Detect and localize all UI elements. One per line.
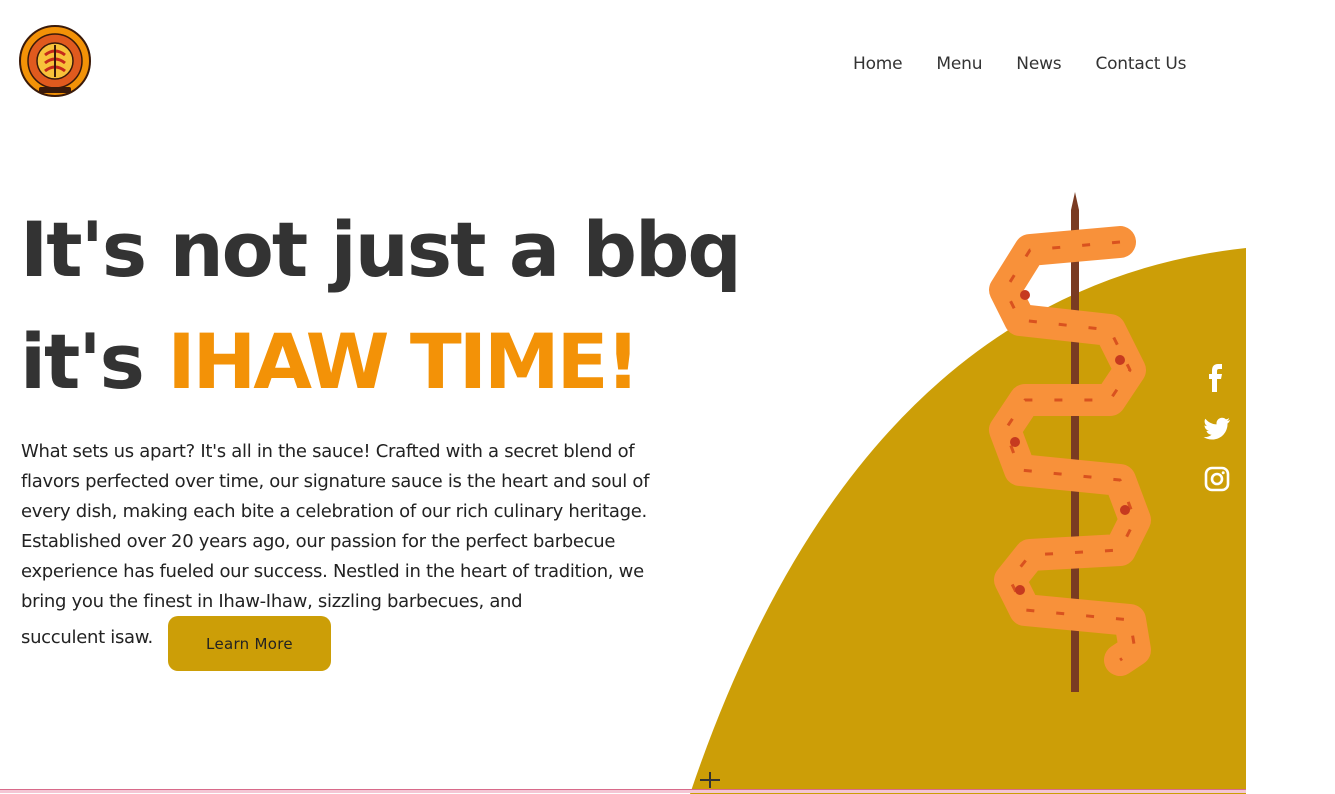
nav-contact-us[interactable]: Contact Us	[1095, 54, 1186, 74]
brand-logo-icon[interactable]	[19, 25, 91, 97]
landing-page: Home Menu News Contact Us It's not just …	[0, 0, 1335, 794]
nav-news[interactable]: News	[1016, 54, 1061, 74]
social-links	[1200, 360, 1234, 513]
page-divider	[0, 789, 1246, 793]
learn-more-button[interactable]: Learn More	[168, 616, 331, 671]
nav-home[interactable]: Home	[853, 54, 903, 74]
hero-headline: It's not just a bbq it's IHAW TIME!	[20, 194, 742, 418]
nav-menu[interactable]: Menu	[936, 54, 982, 74]
isaw-skewer-illustration	[690, 192, 1246, 794]
hero-headline-accent: IHAW TIME!	[167, 317, 640, 406]
hero-headline-prefix: it's	[20, 317, 168, 406]
twitter-icon[interactable]	[1200, 411, 1234, 445]
facebook-icon[interactable]	[1200, 360, 1234, 394]
instagram-icon[interactable]	[1200, 462, 1234, 496]
hero-description-tail: succulent isaw.	[21, 627, 153, 648]
main-nav: Home Menu News Contact Us	[853, 54, 1220, 74]
hero-headline-line1: It's not just a bbq	[20, 205, 742, 294]
hero-description: What sets us apart? It's all in the sauc…	[21, 441, 650, 612]
mustard-backdrop-shape	[690, 248, 1246, 794]
